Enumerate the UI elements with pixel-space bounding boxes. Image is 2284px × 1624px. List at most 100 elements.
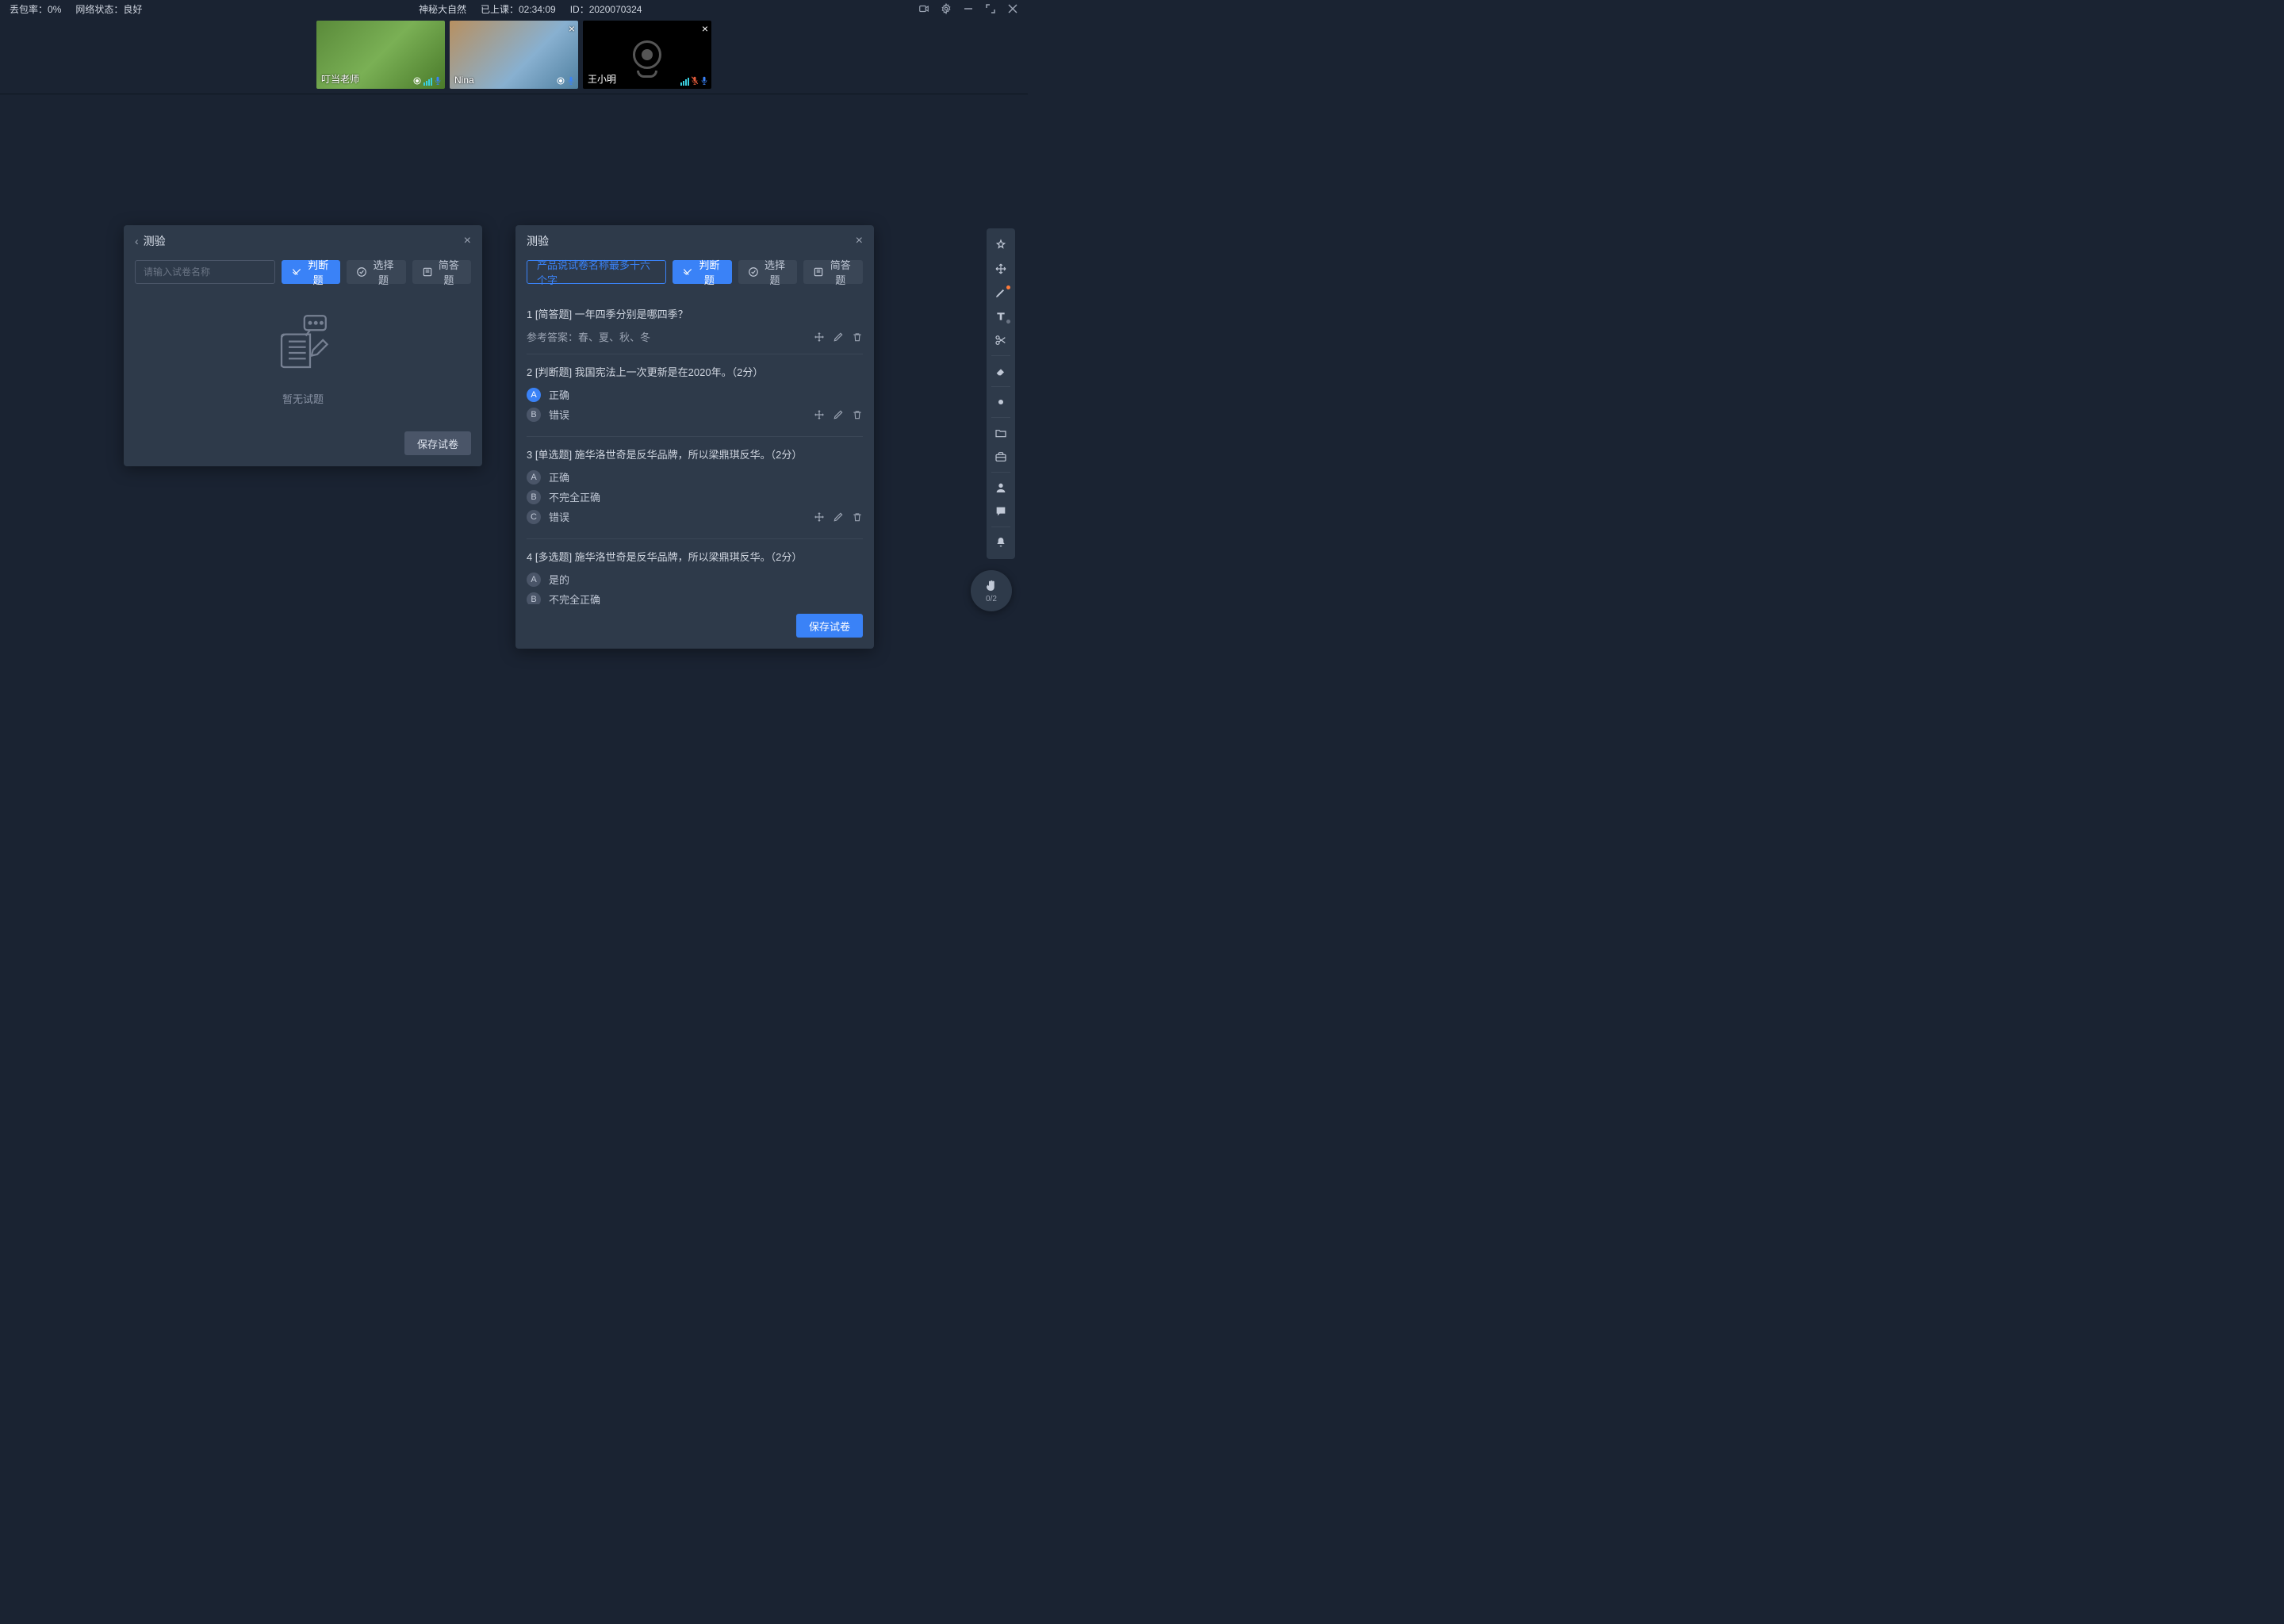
question-option[interactable]: A是的 — [527, 572, 863, 587]
question-actions — [814, 409, 863, 420]
edit-icon[interactable] — [833, 331, 844, 343]
status-bar: 丢包率：0% 网络状态：良好 神秘大自然 已上课：02:34:09 ID：202… — [0, 0, 1028, 17]
camera-icon — [412, 76, 422, 86]
video-label: 王小明 — [588, 72, 616, 86]
class-id: ID：2020070324 — [570, 2, 642, 16]
question-option[interactable]: A正确 — [527, 469, 863, 485]
empty-illustration-icon — [267, 310, 339, 381]
question-actions — [814, 331, 863, 343]
question-item: 3 [单选题] 施华洛世奇是反华品牌，所以梁鼎琪反华。（2分） A正确 B 不完全正确… — [527, 437, 863, 539]
mic-icon — [567, 76, 575, 86]
hand-raise-button[interactable]: 0/2 — [971, 570, 1012, 611]
camera-off-icon — [633, 40, 661, 69]
qtype-short-button[interactable]: 简答题 — [412, 260, 471, 284]
edit-icon[interactable] — [833, 511, 844, 523]
option-badge: A — [527, 470, 541, 485]
folder-tool-icon[interactable] — [987, 421, 1015, 445]
question-item: 2 [判断题] 我国宪法上一次更新是在2020年。（2分） A 正确 B 错误 — [527, 354, 863, 437]
qtype-short-button[interactable]: 简答题 — [803, 260, 863, 284]
question-item: 1 [简答题] 一年四季分别是哪四季？参考答案：春、夏、秋、冬 — [527, 297, 863, 354]
class-title: 神秘大自然 — [419, 2, 466, 16]
question-title: 2 [判断题] 我国宪法上一次更新是在2020年。（2分） — [527, 364, 863, 379]
user-tool-icon[interactable] — [987, 476, 1015, 500]
maximize-icon[interactable] — [985, 3, 996, 14]
camera-icon — [556, 76, 565, 86]
option-text: 不完全正确 — [549, 489, 600, 504]
option-badge: B — [527, 592, 541, 605]
close-icon[interactable] — [1007, 3, 1018, 14]
minimize-icon[interactable] — [963, 3, 974, 14]
text-tool-icon[interactable] — [987, 304, 1015, 328]
question-option[interactable]: B 不完全正确 — [527, 592, 863, 604]
packet-loss: 丢包率：0% — [10, 2, 61, 16]
mic-icon — [434, 76, 442, 86]
pen-tool-icon[interactable] — [987, 281, 1015, 304]
mic-icon — [700, 76, 708, 86]
choice-icon — [356, 266, 367, 278]
panel-title: 测验 — [527, 233, 549, 249]
answer-text: 参考答案：春、夏、秋、冬 — [527, 329, 650, 344]
edit-icon[interactable] — [833, 409, 844, 420]
video-tile-teacher[interactable]: 叮当老师 — [316, 21, 445, 89]
bell-tool-icon[interactable] — [987, 530, 1015, 554]
chat-tool-icon[interactable] — [987, 500, 1015, 523]
video-tile-student[interactable]: × 王小明 — [583, 21, 711, 89]
delete-icon[interactable] — [852, 511, 863, 523]
record-icon[interactable] — [918, 3, 929, 14]
video-label: Nina — [454, 75, 474, 86]
delete-icon[interactable] — [852, 409, 863, 420]
qtype-judge-button[interactable]: 判断题 — [673, 260, 732, 284]
class-time: 已上课：02:34:09 — [481, 2, 556, 16]
quiz-panel-empty: ‹ 测验 × 判断题 选择题 简答题 暂无试题 保存试卷 — [124, 225, 482, 466]
scissors-tool-icon[interactable] — [987, 328, 1015, 352]
question-option[interactable]: C错误 — [527, 509, 863, 524]
quiz-title-input[interactable] — [135, 260, 275, 284]
question-title: 3 [单选题] 施华洛世奇是反华品牌，所以梁鼎琪反华。（2分） — [527, 446, 863, 462]
question-item: 4 [多选题] 施华洛世奇是反华品牌，所以梁鼎琪反华。（2分）A是的B不完全正确… — [527, 539, 863, 604]
video-label: 叮当老师 — [321, 72, 359, 86]
option-badge: B — [527, 408, 541, 422]
delete-icon[interactable] — [852, 331, 863, 343]
video-tile-student[interactable]: × Nina — [450, 21, 578, 89]
short-icon — [422, 266, 433, 278]
back-icon[interactable]: ‹ — [135, 235, 139, 247]
video-close-icon[interactable]: × — [702, 22, 708, 35]
question-option[interactable]: A 正确 — [527, 387, 863, 402]
quiz-title-chip[interactable]: 产品说试卷名称最多十六个字 — [527, 260, 666, 284]
move-icon[interactable] — [814, 331, 825, 343]
save-quiz-button[interactable]: 保存试卷 — [404, 431, 471, 455]
option-badge: A — [527, 388, 541, 402]
save-quiz-button[interactable]: 保存试卷 — [796, 614, 863, 638]
question-option[interactable]: B 不完全正确 — [527, 489, 863, 504]
signal-icon — [423, 78, 432, 86]
cursor-tool-icon[interactable] — [987, 233, 1015, 257]
settings-icon[interactable] — [941, 3, 952, 14]
qtype-choice-button[interactable]: 选择题 — [347, 260, 405, 284]
qtype-judge-button[interactable]: 判断题 — [282, 260, 340, 284]
mic-muted-icon — [691, 76, 699, 86]
panel-title: 测验 — [144, 233, 166, 249]
option-text: 正确 — [549, 387, 569, 402]
eraser-tool-icon[interactable] — [987, 359, 1015, 383]
option-badge: B — [527, 490, 541, 504]
move-tool-icon[interactable] — [987, 257, 1015, 281]
move-icon[interactable] — [814, 409, 825, 420]
panel-close-icon[interactable]: × — [856, 234, 863, 248]
judge-icon — [682, 266, 693, 278]
toolbox-tool-icon[interactable] — [987, 445, 1015, 469]
option-text: 错误 — [549, 407, 569, 422]
move-icon[interactable] — [814, 511, 825, 523]
panel-close-icon[interactable]: × — [464, 234, 471, 248]
quiz-panel-filled: 测验 × 产品说试卷名称最多十六个字 判断题 选择题 简答题 1 [简答题] 一… — [515, 225, 874, 649]
question-option[interactable]: B 错误 — [527, 407, 863, 422]
question-list[interactable]: 1 [简答题] 一年四季分别是哪四季？参考答案：春、夏、秋、冬 2 [判断题] … — [515, 293, 874, 604]
dot-tool-icon[interactable] — [987, 390, 1015, 414]
right-toolbar — [987, 228, 1015, 559]
video-close-icon[interactable]: × — [569, 22, 575, 35]
judge-icon — [291, 266, 302, 278]
empty-text: 暂无试题 — [282, 391, 324, 406]
option-text: 不完全正确 — [549, 592, 600, 604]
qtype-choice-button[interactable]: 选择题 — [738, 260, 798, 284]
empty-state: 暂无试题 — [124, 293, 482, 422]
signal-icon — [680, 78, 689, 86]
